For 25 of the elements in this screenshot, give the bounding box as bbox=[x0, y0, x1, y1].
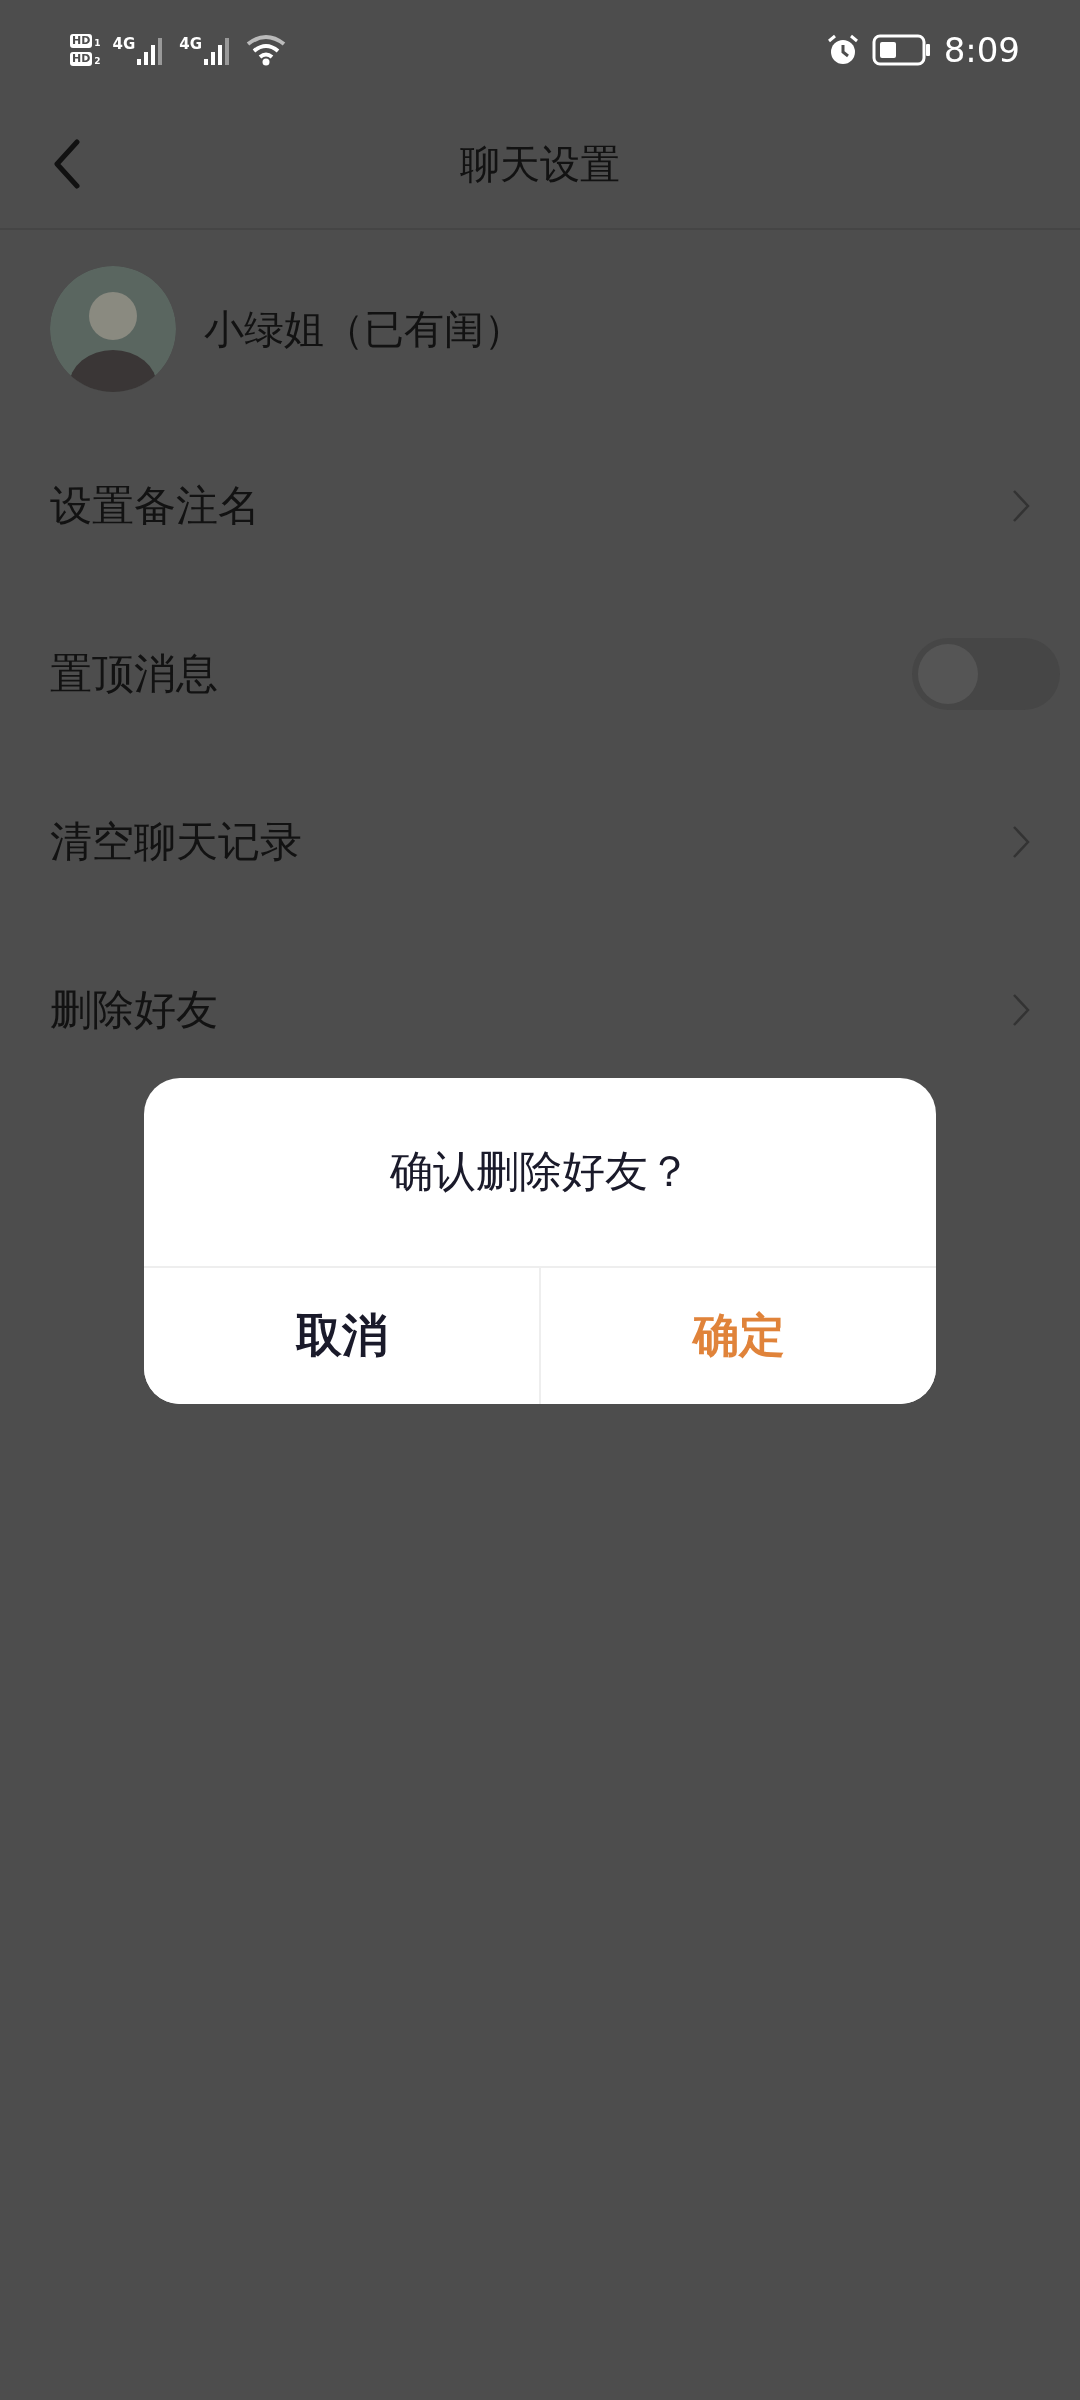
settings-row[interactable]: 置顶消息 bbox=[0, 590, 1080, 758]
settings-row[interactable]: 清空聊天记录 bbox=[0, 758, 1080, 926]
page-title: 聊天设置 bbox=[460, 139, 620, 189]
confirm-button[interactable]: 确定 bbox=[539, 1268, 936, 1404]
network-type: 4G bbox=[179, 35, 203, 53]
settings-row[interactable]: 设置备注名 bbox=[0, 422, 1080, 590]
clock-time: 8:09 bbox=[943, 30, 1020, 70]
back-button[interactable] bbox=[52, 138, 82, 192]
hd-badge: HD bbox=[70, 52, 93, 66]
wifi-icon bbox=[246, 34, 287, 66]
setting-label: 置顶消息 bbox=[50, 648, 218, 700]
avatar-icon bbox=[50, 266, 176, 392]
setting-label: 删除好友 bbox=[50, 984, 218, 1036]
setting-label: 清空聊天记录 bbox=[50, 816, 302, 868]
battery-icon bbox=[871, 34, 932, 66]
chevron-icon bbox=[1012, 489, 1030, 523]
setting-label: 设置备注名 bbox=[50, 480, 260, 532]
hd-badge: HD bbox=[70, 34, 93, 48]
alarm-icon bbox=[825, 33, 860, 67]
chevron-icon bbox=[1012, 993, 1030, 1027]
chevron-icon bbox=[1012, 825, 1030, 859]
network-type: 4G bbox=[112, 35, 136, 53]
sim-slot: 1 bbox=[94, 38, 101, 48]
sim-slot: 2 bbox=[94, 56, 101, 66]
contact-name: 小绿姐（已有闺） bbox=[204, 304, 524, 354]
